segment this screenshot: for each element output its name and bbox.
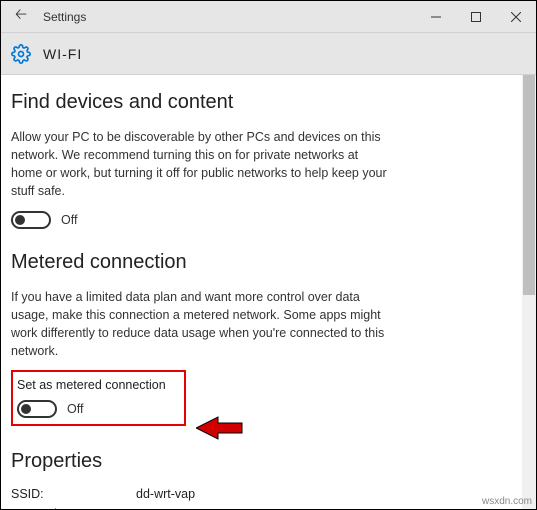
maximize-icon [471,12,481,22]
page-title: WI-FI [43,46,82,62]
toggle-knob [21,404,31,414]
property-key: Protocol: [11,507,136,509]
find-toggle-row: Off [11,211,518,229]
close-button[interactable] [496,1,536,33]
back-arrow-icon: 🡠 [15,4,27,29]
titlebar-left: 🡠 Settings [1,1,416,33]
scroll-content: Find devices and content Allow your PC t… [1,75,536,509]
highlight-annotation: Set as metered connection Off [11,370,186,426]
section-title-find: Find devices and content [11,91,518,114]
metered-connection-toggle[interactable] [17,400,57,418]
scrollbar-track[interactable] [522,75,536,509]
minimize-icon [431,12,441,22]
content-area: Find devices and content Allow your PC t… [1,75,536,509]
find-toggle-label: Off [61,213,77,227]
maximize-button[interactable] [456,1,496,33]
metered-setting-label: Set as metered connection [17,378,166,392]
section-desc-metered: If you have a limited data plan and want… [11,288,391,361]
window-controls [416,1,536,33]
property-key: SSID: [11,487,136,501]
section-title-metered: Metered connection [11,251,518,274]
scrollbar-thumb[interactable] [523,75,535,295]
window-title: Settings [43,10,86,24]
metered-toggle-label: Off [67,402,83,416]
minimize-button[interactable] [416,1,456,33]
property-row: SSID: dd-wrt-vap [11,487,518,501]
close-icon [511,12,521,22]
property-row: Protocol: 802.11g [11,507,518,509]
titlebar: 🡠 Settings [1,1,536,33]
gear-icon [11,44,31,64]
property-value: dd-wrt-vap [136,487,195,501]
section-title-properties: Properties [11,450,518,473]
property-value: 802.11g [136,507,180,509]
metered-toggle-row: Off [17,400,166,418]
watermark: wsxdn.com [482,496,532,507]
toggle-knob [15,215,25,225]
find-devices-toggle[interactable] [11,211,51,229]
page-header: WI-FI [1,33,536,75]
properties-table: SSID: dd-wrt-vap Protocol: 802.11g Secur… [11,487,518,509]
back-button[interactable]: 🡠 [1,1,41,33]
section-desc-find: Allow your PC to be discoverable by othe… [11,128,391,201]
